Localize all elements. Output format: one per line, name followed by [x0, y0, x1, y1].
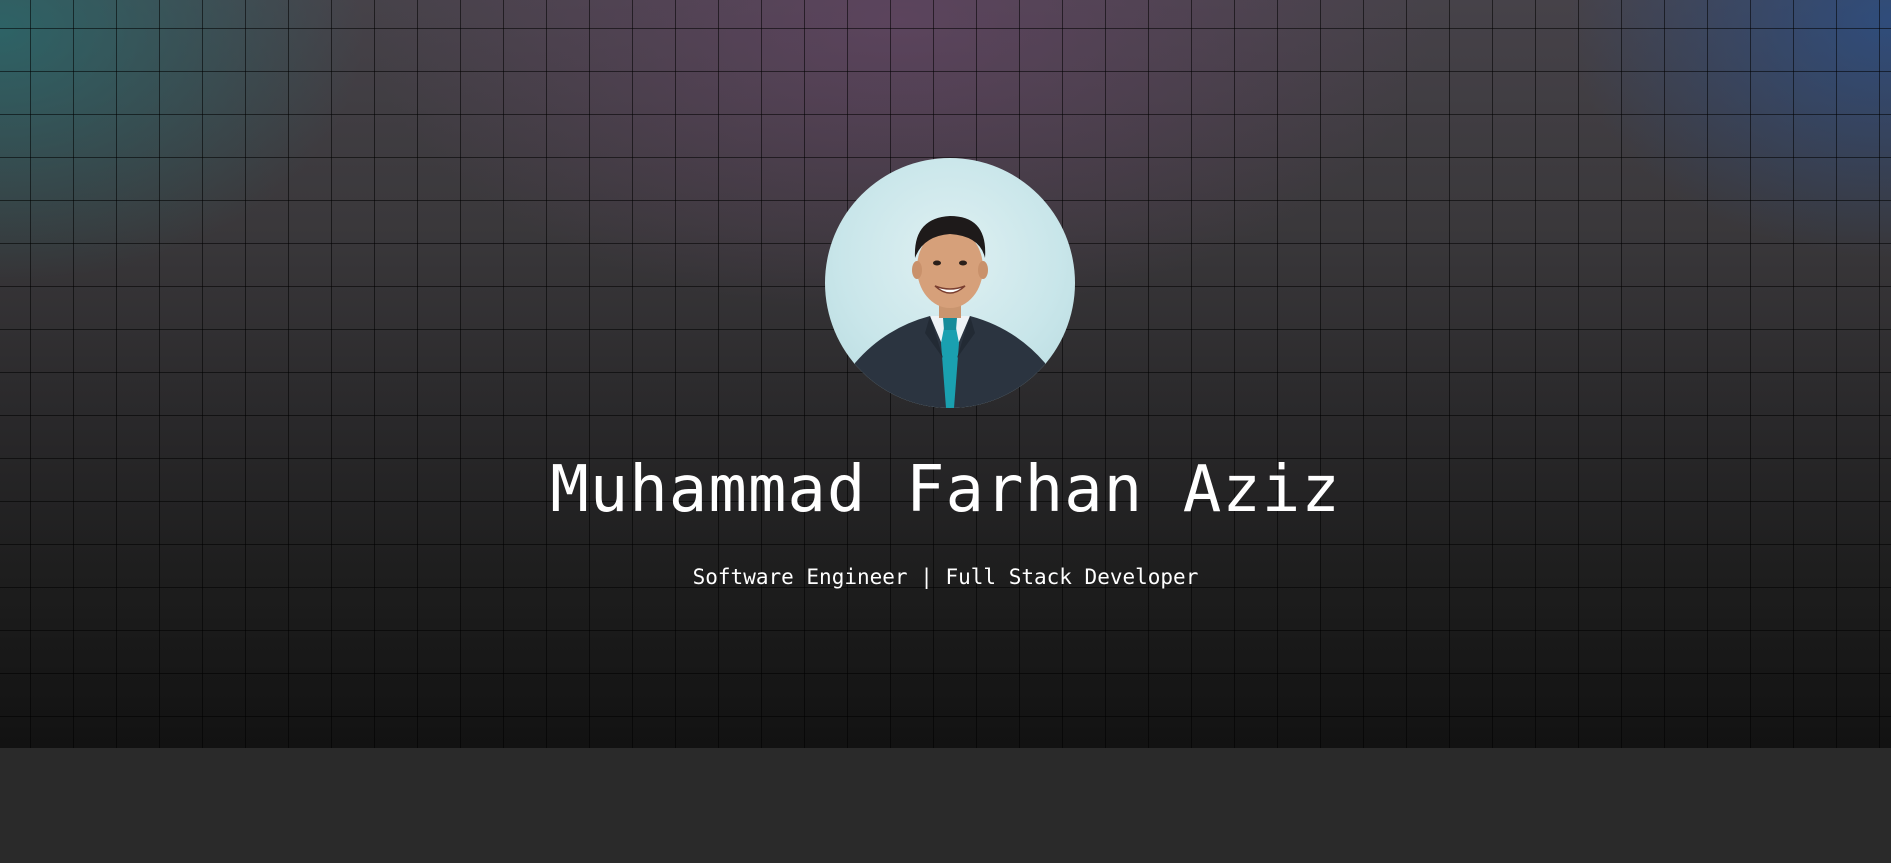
hero-section: Muhammad Farhan Aziz Software Engineer |… [0, 0, 1891, 748]
profile-subtitle: Software Engineer | Full Stack Developer [692, 565, 1199, 589]
content-section [0, 748, 1891, 863]
profile-avatar [825, 158, 1075, 408]
profile-photo [845, 216, 1055, 408]
profile-name: Muhammad Farhan Aziz [550, 453, 1341, 527]
